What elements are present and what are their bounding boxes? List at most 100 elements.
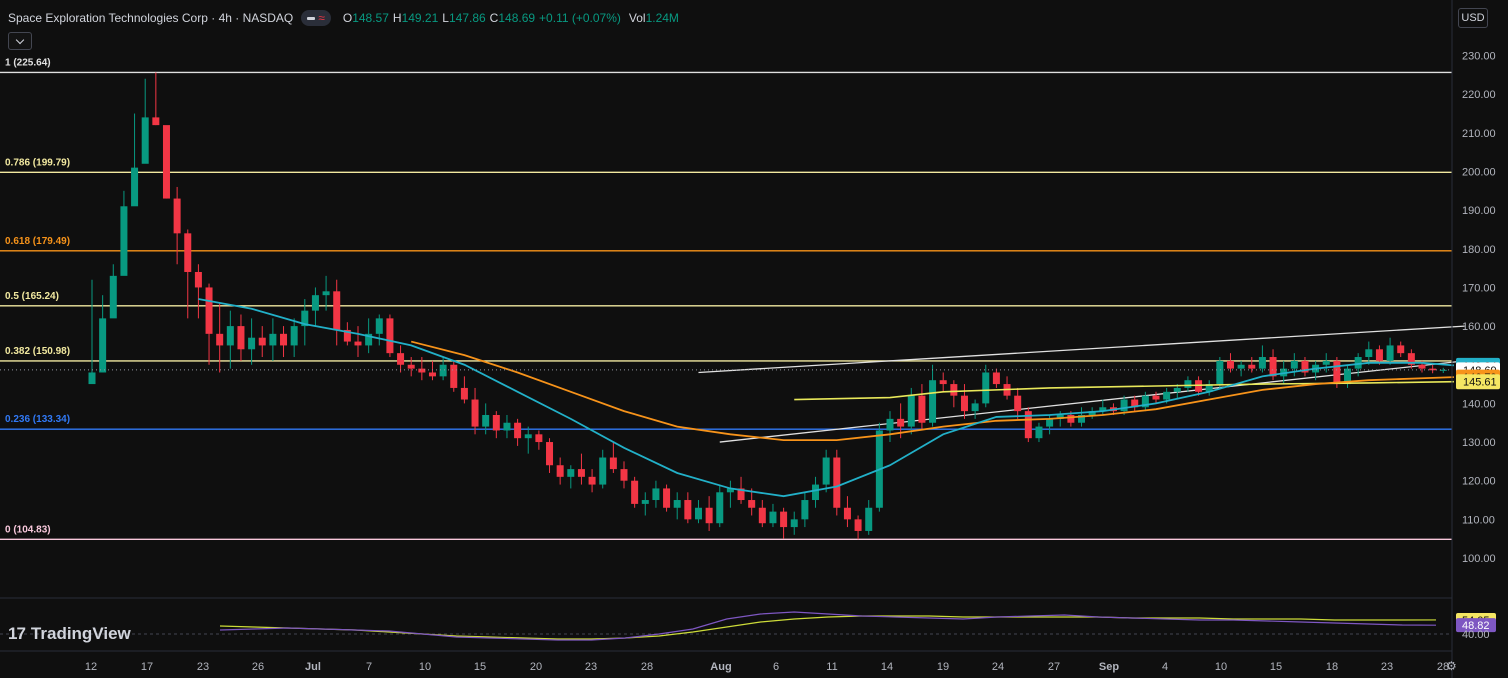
time-axis[interactable]: 12 17 23 26 Jul 7 10 15 20 23 28 Aug 6 11 14 19 24 27 Sep 4… (85, 661, 1449, 673)
fib-label: 1 (225.64) (5, 57, 51, 68)
candle-body (503, 422, 511, 431)
candle-body (88, 372, 96, 385)
candle-body (1163, 391, 1171, 400)
candle-body (1152, 395, 1160, 400)
candle-body (184, 233, 192, 272)
fibonacci-levels: 1 (225.64) 0.786 (199.79) 0.618 (179.49) 0.… (0, 57, 1452, 541)
candle-body (822, 457, 830, 485)
candle-body (237, 326, 245, 350)
candle-body (1290, 360, 1298, 369)
candle-body (290, 326, 298, 346)
candle-body (673, 500, 681, 508)
candle-body (386, 318, 394, 354)
candle-body (397, 353, 405, 365)
candle-body (492, 414, 500, 431)
candle-body (950, 384, 958, 396)
open-label: O (342, 11, 353, 25)
candle-body (609, 457, 617, 470)
rsi-ma-line (219, 615, 1437, 640)
price-tick-label: 200.00 (1462, 167, 1496, 179)
chevron-down-icon (15, 35, 25, 44)
candle-body (801, 500, 809, 520)
currency-button[interactable]: USD (1458, 8, 1488, 28)
candle-body (1216, 360, 1224, 385)
price-tick-label: 110.00 (1462, 514, 1495, 526)
tradingview-name: TradingView (30, 624, 131, 643)
candle-body (471, 399, 479, 427)
rsi-tick-label: 40.00 (1462, 629, 1490, 641)
candle-body (162, 125, 170, 199)
candle-body (716, 492, 724, 524)
time-tick-label: 19 (937, 661, 949, 673)
candle-body (1173, 387, 1181, 392)
candle-body (1035, 426, 1043, 439)
candle-body (120, 206, 128, 276)
candle-body (535, 434, 543, 443)
volume-value: 1.24M (645, 11, 679, 25)
time-tick-label: 27 (1048, 661, 1060, 673)
candle-body (960, 395, 968, 412)
candle-body (1226, 360, 1234, 369)
candle-body (269, 333, 277, 346)
low-label: L (442, 11, 449, 25)
legend-header: Space Exploration Technologies Corp · 4h… (8, 9, 679, 27)
time-tick-label: Sep (1099, 661, 1119, 673)
fib-label: 0.236 (133.34) (5, 414, 70, 425)
candle-body (524, 434, 532, 439)
candle-body (588, 476, 596, 485)
time-tick-label: 28 (641, 661, 653, 673)
time-tick-label: 18 (1326, 661, 1338, 673)
trendline (719, 360, 1465, 443)
time-tick-label: 20 (530, 661, 542, 673)
candle-body (1258, 357, 1266, 369)
fib-label: 0.382 (150.98) (5, 346, 70, 357)
candle-body (843, 507, 851, 520)
candle-body (482, 414, 490, 427)
candle-body (599, 457, 607, 485)
candle-body (418, 368, 426, 373)
close-label: C (489, 11, 499, 25)
candle-body (226, 326, 234, 346)
fib-label: 0 (104.83) (5, 524, 51, 535)
candle-body (992, 372, 1000, 385)
rsi-pane: 54.0548.8240.00 (0, 597, 1496, 652)
fib-label: 0.5 (165.24) (5, 291, 59, 302)
candle-body (450, 364, 458, 388)
candle-body (748, 500, 756, 508)
collapse-legend-button[interactable] (8, 32, 32, 50)
candle-body (131, 167, 139, 207)
candle-body (1322, 360, 1330, 365)
price-tick-label: 140.00 (1462, 398, 1496, 410)
candle-body (1418, 364, 1426, 369)
candle-body (1237, 364, 1245, 369)
time-tick-label: Aug (710, 661, 731, 673)
price-tick-label: 170.00 (1462, 282, 1496, 294)
time-tick-label: 11 (826, 661, 837, 673)
time-tick-label: 17 (141, 661, 153, 673)
candle-body (939, 380, 947, 385)
candle-body (141, 117, 149, 164)
price-chart[interactable]: 1 (225.64) 0.786 (199.79) 0.618 (179.49) 0.… (0, 0, 1508, 678)
candle-body (173, 198, 181, 234)
price-tick-label: 180.00 (1462, 244, 1496, 256)
candle-body (1386, 345, 1394, 361)
candle-body (1067, 414, 1075, 423)
candle-body (812, 484, 820, 501)
candle-body (514, 422, 522, 439)
change-value: +0.11 (+0.07%) (539, 11, 621, 25)
candle-body (1269, 357, 1277, 377)
candle-body (854, 519, 862, 531)
price-axis[interactable]: 230.00 220.00 210.00 200.00 190.00 180.00 170.… (1451, 0, 1496, 678)
low-value: 147.86 (448, 11, 486, 25)
candle-body (460, 387, 468, 400)
candle-body (929, 380, 937, 423)
candle-body (1333, 360, 1341, 385)
time-tick-label: 7 (366, 661, 372, 673)
legend-toggle[interactable]: ≈ (301, 10, 331, 26)
candle-body (705, 507, 713, 524)
symbol-title[interactable]: Space Exploration Technologies Corp · 4h… (8, 11, 293, 25)
price-tick-label: 160.00 (1462, 321, 1496, 333)
candle-body (897, 418, 905, 427)
gear-icon[interactable]: ⚙ (1446, 659, 1457, 673)
candle-body (631, 480, 639, 504)
